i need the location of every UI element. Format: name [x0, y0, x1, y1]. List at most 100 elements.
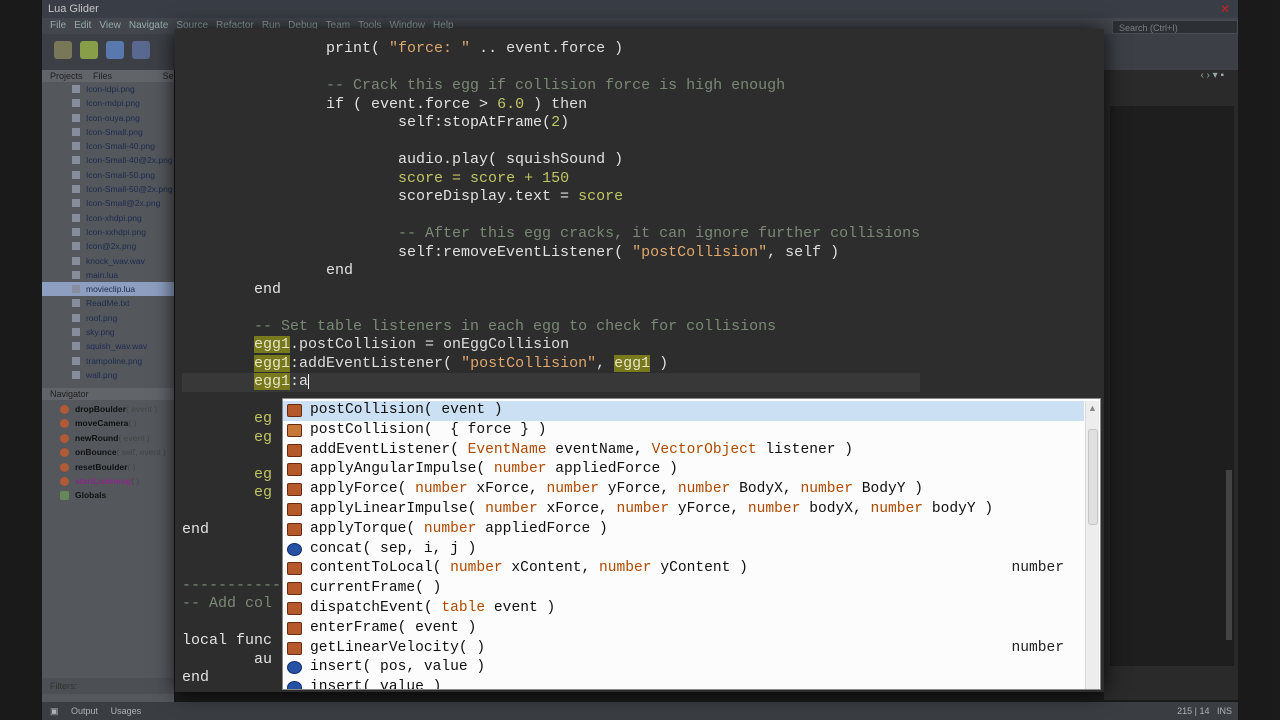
completion-name: concat — [310, 540, 363, 557]
file-item[interactable]: Icon-Small@2x.png — [42, 196, 174, 210]
open-project-icon[interactable] — [106, 41, 124, 59]
menu-item-view[interactable]: View — [99, 20, 121, 31]
completion-item[interactable]: postCollision( event ) — [283, 401, 1084, 421]
file-name: Icon-ouya.png — [86, 112, 140, 123]
completion-item[interactable]: enterFrame( event ) — [283, 619, 1084, 639]
param-type: number — [485, 500, 538, 517]
file-item[interactable]: knock_wav.wav — [42, 254, 174, 268]
output-icon[interactable]: ▣ — [50, 706, 59, 716]
file-item[interactable]: main.lua — [42, 268, 174, 282]
file-item[interactable]: Icon-xxhdpi.png — [42, 225, 174, 239]
param-type: number — [415, 481, 468, 498]
param-type: number — [423, 520, 477, 537]
completion-item[interactable]: dispatchEvent( table event ) — [283, 599, 1084, 619]
file-item[interactable]: squish_wav.wav — [42, 339, 174, 353]
tab-projects[interactable]: Projects — [50, 71, 83, 81]
function-icon — [60, 491, 69, 501]
file-name: Icon-Small.png — [86, 126, 143, 137]
tab-services[interactable]: Se — [163, 71, 174, 81]
file-tree: Icon-ldpi.png Icon-mdpi.png Icon-ouya.png I… — [42, 82, 174, 382]
output-tab[interactable]: Output — [71, 706, 98, 716]
file-name: Icon-Small-40.png — [86, 141, 155, 152]
code-line: end — [182, 281, 920, 300]
code-completion-popup[interactable]: postCollision( event ) postCollision( { f… — [282, 398, 1101, 690]
code-number: 6.0 — [497, 95, 525, 113]
projects-panel: Projects Files Se Icon-ldpi.png Icon-mdpi… — [42, 70, 174, 702]
menu-item-navigate[interactable]: Navigate — [129, 20, 168, 31]
completion-item[interactable]: addEventListener( EventName eventName, V… — [283, 441, 1084, 461]
completion-return-type: number — [1011, 639, 1064, 656]
save-all-icon[interactable] — [132, 41, 150, 59]
file-name: Icon-xhdpi.png — [86, 212, 142, 223]
new-project-icon[interactable] — [80, 41, 98, 59]
file-item[interactable]: ReadMe.txt — [42, 296, 174, 310]
tab-files[interactable]: Files — [93, 71, 112, 81]
text-cursor — [308, 373, 310, 389]
file-item[interactable]: Icon-Small-40.png — [42, 139, 174, 153]
completion-item[interactable]: concat( sep, i, j ) — [283, 540, 1084, 560]
file-item[interactable]: Icon-Small.png — [42, 125, 174, 139]
code-variable: score — [578, 188, 624, 205]
file-item[interactable]: trampoline.png — [42, 354, 174, 368]
usages-tab[interactable]: Usages — [111, 706, 142, 716]
completion-name: postCollision — [310, 402, 424, 418]
menu-item-edit[interactable]: Edit — [74, 20, 91, 31]
function-icon — [60, 476, 69, 486]
completion-item[interactable]: applyAngularImpulse( number appliedForce… — [283, 460, 1084, 480]
completion-params: ( ) — [415, 580, 442, 597]
completion-item[interactable]: currentFrame( ) — [283, 579, 1084, 599]
code-line: score = score + 150 — [182, 170, 920, 189]
close-window-icon[interactable]: ✕ — [1220, 0, 1230, 18]
file-item[interactable]: sky.png — [42, 325, 174, 339]
navigator-item[interactable]: newRound( event ) — [42, 431, 174, 445]
file-name: Icon-Small@2x.png — [86, 198, 161, 209]
file-item[interactable]: Icon-ldpi.png — [42, 82, 174, 96]
completion-item[interactable]: applyTorque( number appliedForce ) — [283, 520, 1084, 540]
global-icon — [287, 681, 302, 689]
completion-params: ( number appliedForce ) — [406, 520, 608, 537]
navigator-item-args: ( ) — [131, 475, 140, 486]
completion-item[interactable]: contentToLocal( number xContent, number … — [283, 559, 1084, 579]
code-line: end — [182, 262, 920, 281]
completion-item[interactable]: getLinearVelocity( ) number — [283, 639, 1084, 659]
file-item[interactable]: Icon-ouya.png — [42, 111, 174, 125]
param-type: number — [546, 481, 600, 498]
right-scrollbar[interactable] — [1226, 470, 1232, 640]
nav-arrows-icon[interactable]: ‹ › ▾ ▪ — [1200, 70, 1224, 81]
search-input[interactable]: Search (Ctrl+I) — [1112, 20, 1238, 34]
file-item[interactable]: movieclip.lua — [42, 282, 174, 297]
navigator-item[interactable]: Globals — [42, 488, 174, 502]
navigator-item[interactable]: startListening( ) — [42, 474, 174, 488]
file-item[interactable]: Icon-Small-40@2x.png — [42, 153, 174, 167]
navigator-item[interactable]: dropBoulder( event ) — [42, 402, 174, 416]
file-item[interactable]: wall.png — [42, 368, 174, 382]
completion-scrollbar[interactable]: ▲ — [1085, 401, 1099, 689]
code-text: eg — [182, 428, 273, 446]
completion-item[interactable]: insert( pos, value ) — [283, 658, 1084, 678]
completion-item[interactable]: postCollision( { force } ) — [283, 421, 1084, 441]
completion-item[interactable]: applyLinearImpulse( number xForce, numbe… — [283, 500, 1084, 520]
code-comment: ----------- — [182, 576, 282, 594]
file-item[interactable]: roof.png — [42, 311, 174, 325]
menu-item-file[interactable]: File — [50, 20, 66, 31]
file-item[interactable]: Icon-Small-50@2x.png — [42, 182, 174, 196]
file-item[interactable]: Icon-xhdpi.png — [42, 211, 174, 225]
file-item[interactable]: Icon-Small-50.png — [42, 168, 174, 182]
navigator-item[interactable]: onBounce( self, event ) — [42, 445, 174, 459]
completion-item[interactable]: insert( value ) — [283, 678, 1084, 689]
file-item[interactable]: Icon@2x.png — [42, 239, 174, 253]
completion-item[interactable]: applyForce( number xForce, number yForce… — [283, 480, 1084, 500]
navigator-item[interactable]: resetBoulder( ) — [42, 460, 174, 474]
file-item[interactable]: Icon-mdpi.png — [42, 96, 174, 110]
completion-name: applyLinearImpulse — [310, 500, 468, 517]
scroll-up-icon[interactable]: ▲ — [1088, 403, 1097, 413]
scrollbar-thumb[interactable] — [1088, 429, 1098, 525]
navigator-item[interactable]: moveCamera( ) — [42, 416, 174, 430]
new-file-icon[interactable] — [54, 41, 72, 59]
file-icon — [72, 185, 80, 194]
completion-return-type: number — [1011, 560, 1064, 577]
code-text: ) — [650, 354, 669, 372]
